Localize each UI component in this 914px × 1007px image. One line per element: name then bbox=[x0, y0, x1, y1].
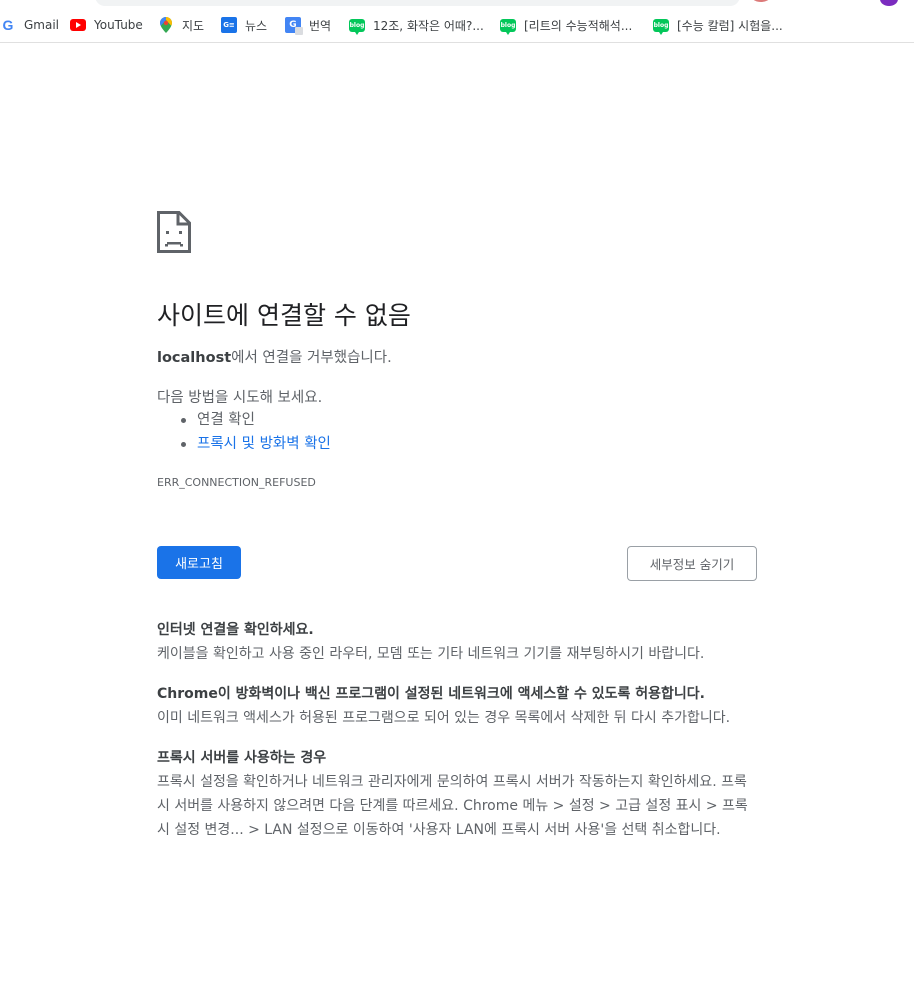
bookmark-label: Gmail bbox=[24, 18, 60, 32]
news-icon: G≡ bbox=[221, 17, 237, 33]
bookmark-blog-1[interactable]: blog 12조, 화작은 어때?... bbox=[349, 16, 484, 35]
bookmark-translate[interactable]: G 번역 bbox=[285, 16, 332, 35]
suggestion-check-connection: 연결 확인 bbox=[157, 409, 331, 433]
bookmark-label: [리트의 수능적해석... bbox=[524, 18, 633, 33]
bookmark-blog-3[interactable]: blog [수능 칼럼] 시험을... bbox=[653, 16, 783, 35]
naver-blog-icon: blog bbox=[349, 18, 365, 35]
bookmark-youtube[interactable]: YouTube bbox=[70, 16, 143, 34]
naver-blog-icon: blog bbox=[653, 18, 669, 35]
suggestion-check-proxy[interactable]: 프록시 및 방화벽 확인 bbox=[157, 433, 331, 457]
error-details: 인터넷 연결을 확인하세요. 케이블을 확인하고 사용 중인 라우터, 모뎀 또… bbox=[157, 618, 757, 858]
details-body: 이미 네트워크 액세스가 허용된 프로그램으로 되어 있는 경우 목록에서 삭제… bbox=[157, 710, 731, 726]
details-section-connection: 인터넷 연결을 확인하세요. 케이블을 확인하고 사용 중인 라우터, 모뎀 또… bbox=[157, 618, 757, 666]
error-title: 사이트에 연결할 수 없음 bbox=[157, 301, 411, 330]
details-body: 프록시 설정을 확인하거나 네트워크 관리자에게 문의하여 프록시 서버가 작동… bbox=[157, 774, 748, 838]
suggestion-label: 연결 확인 bbox=[197, 412, 255, 428]
details-body: 케이블을 확인하고 사용 중인 라우터, 모뎀 또는 기타 네트워크 기기를 재… bbox=[157, 646, 705, 662]
details-section-firewall: Chrome이 방화벽이나 백신 프로그램이 설정된 네트워크에 액세스할 수 … bbox=[157, 682, 757, 730]
check-proxy-firewall-link[interactable]: 프록시 및 방화벽 확인 bbox=[197, 436, 331, 452]
reload-button[interactable]: 새로고침 bbox=[157, 546, 241, 579]
error-host-message: 에서 연결을 거부했습니다. bbox=[231, 350, 392, 366]
maps-pin-icon bbox=[158, 17, 174, 33]
bookmark-gmail[interactable]: G Gmail bbox=[0, 16, 59, 34]
bookmark-news[interactable]: G≡ 뉴스 bbox=[221, 16, 267, 34]
error-subtitle: localhost에서 연결을 거부했습니다. bbox=[157, 346, 392, 367]
bookmark-maps[interactable]: 지도 bbox=[158, 16, 204, 34]
details-heading: 프록시 서버를 사용하는 경우 bbox=[157, 750, 327, 766]
bookmark-label: 12조, 화작은 어때?... bbox=[373, 18, 484, 33]
bookmark-label: [수능 칼럼] 시험을... bbox=[677, 18, 783, 33]
bookmark-label: YouTube bbox=[94, 18, 143, 32]
bookmarks-bar: G Gmail YouTube 지도 G≡ 뉴스 G 번역 blog 12조, … bbox=[0, 8, 914, 43]
bookmark-label: 뉴스 bbox=[245, 18, 268, 33]
error-code: ERR_CONNECTION_REFUSED bbox=[157, 476, 316, 489]
bookmark-label: 지도 bbox=[182, 18, 205, 33]
details-heading: 인터넷 연결을 확인하세요. bbox=[157, 622, 314, 638]
suggestions-heading: 다음 방법을 시도해 보세요. bbox=[157, 390, 323, 406]
details-heading: Chrome이 방화벽이나 백신 프로그램이 설정된 네트워크에 액세스할 수 … bbox=[157, 686, 705, 702]
naver-blog-icon: blog bbox=[500, 18, 516, 35]
error-host: localhost bbox=[157, 350, 232, 366]
sad-page-icon bbox=[157, 211, 191, 253]
translate-icon: G bbox=[285, 17, 303, 35]
google-g-icon: G bbox=[2, 17, 14, 33]
details-section-proxy: 프록시 서버를 사용하는 경우 프록시 설정을 확인하거나 네트워크 관리자에게… bbox=[157, 746, 757, 842]
bookmark-blog-2[interactable]: blog [리트의 수능적해석... bbox=[500, 16, 633, 35]
youtube-icon bbox=[70, 19, 86, 31]
hide-details-button[interactable]: 세부정보 숨기기 bbox=[627, 546, 757, 581]
suggestions-list: 연결 확인 프록시 및 방화벽 확인 bbox=[157, 409, 331, 457]
bookmark-label: 번역 bbox=[309, 18, 332, 33]
address-bar[interactable] bbox=[95, 0, 740, 6]
